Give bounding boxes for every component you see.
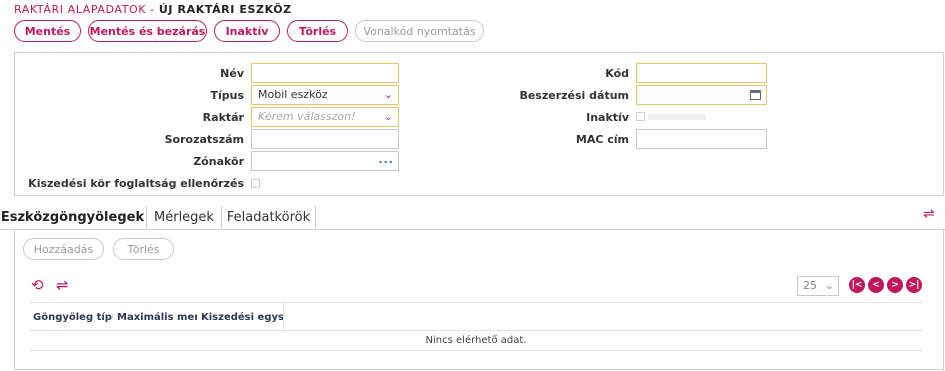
raktar-label: Raktár [202,111,244,124]
prev-page-icon[interactable]: < [868,277,884,293]
more-icon[interactable]: ... [378,153,394,166]
tab-bar: Eszközgöngyölegek Mérlegek Feladatkörök … [0,204,945,230]
chevron-down-icon: ⌄ [824,279,834,292]
refresh-icon[interactable]: ⟲ [31,278,44,293]
kod-label: Kód [605,67,629,80]
mac-input[interactable] [636,129,767,149]
chevron-down-icon: ⌄ [383,88,393,101]
grid-header: Göngyöleg típus Maximális menn Kiszedési… [29,302,923,331]
tipus-label: Típus [210,89,244,102]
zonakor-label: Zónakör [193,155,244,168]
zonakor-lookup[interactable]: ... [251,151,399,171]
column-header[interactable]: Göngyöleg típus [29,303,113,331]
calendar-icon[interactable] [750,90,761,100]
inaktiv-placeholder-bar [648,114,706,120]
kod-input[interactable] [636,63,767,83]
page-size-value: 25 [803,279,817,292]
sorozatszam-label: Sorozatszám [164,133,244,146]
swap-arrows-icon[interactable]: ⇌ [923,207,937,221]
first-page-icon[interactable]: |< [849,277,865,293]
breadcrumb: RAKTÁRI ALAPADATOK - ÚJ RAKTÁRI ESZKÖZ [14,3,292,16]
mac-label: MAC cím [575,133,629,146]
breadcrumb-parent[interactable]: RAKTÁRI ALAPADATOK - [14,3,155,16]
tab-merlegek[interactable]: Mérlegek [147,204,221,230]
raktar-select[interactable]: Kérem válasszon! ⌄ [251,107,399,127]
grid-delete-button[interactable]: Törlés [113,238,174,260]
beszerzesi-date-input[interactable] [636,85,767,105]
sorozatszam-input[interactable] [251,129,399,149]
inactive-button[interactable]: Inaktív [214,20,280,42]
column-header[interactable]: Kiszedési egysé [197,303,283,331]
nev-label: Név [220,67,244,80]
device-form: Név Típus Mobil eszköz ⌄ Raktár Kérem vá… [14,52,944,196]
add-button[interactable]: Hozzáadás [23,238,104,260]
empty-state-message: Nincs elérhető adat. [29,331,923,351]
tab-eszkozgongyolegek[interactable]: Eszközgöngyölegek [0,204,145,230]
column-separator [283,303,284,331]
raktar-placeholder: Kérem válasszon! [258,110,356,123]
swap-arrows-icon[interactable]: ⇌ [56,278,69,293]
chevron-down-icon: ⌄ [383,110,393,123]
page-title: ÚJ RAKTÁRI ESZKÖZ [158,3,292,16]
last-page-icon[interactable]: >| [906,277,922,293]
beszerzesi-label: Beszerzési dátum [519,89,629,102]
kiszedesi-label: Kiszedési kör foglaltság ellenőrzés [28,177,244,190]
column-header[interactable]: Maximális menn [113,303,197,331]
tab-panel: Hozzáadás Törlés ⟲ ⇌ 25 ⌄ |< < > >| Göng… [14,230,944,370]
tipus-select[interactable]: Mobil eszköz ⌄ [251,85,399,105]
save-button[interactable]: Mentés [14,20,81,42]
nev-input[interactable] [251,63,399,83]
tipus-value: Mobil eszköz [258,88,328,101]
delete-button[interactable]: Törlés [287,20,348,42]
page-size-select[interactable]: 25 ⌄ [797,276,839,296]
inaktiv-label: Inaktív [586,111,629,124]
tab-separator [315,206,316,228]
inaktiv-checkbox[interactable] [636,112,645,121]
kiszedesi-checkbox[interactable] [251,179,260,188]
save-close-button[interactable]: Mentés és bezárás [88,20,207,42]
barcode-print-button[interactable]: Vonalkód nyomtatás [355,20,484,42]
next-page-icon[interactable]: > [887,277,903,293]
tab-feladatkorok[interactable]: Feladatkörök [222,204,315,230]
